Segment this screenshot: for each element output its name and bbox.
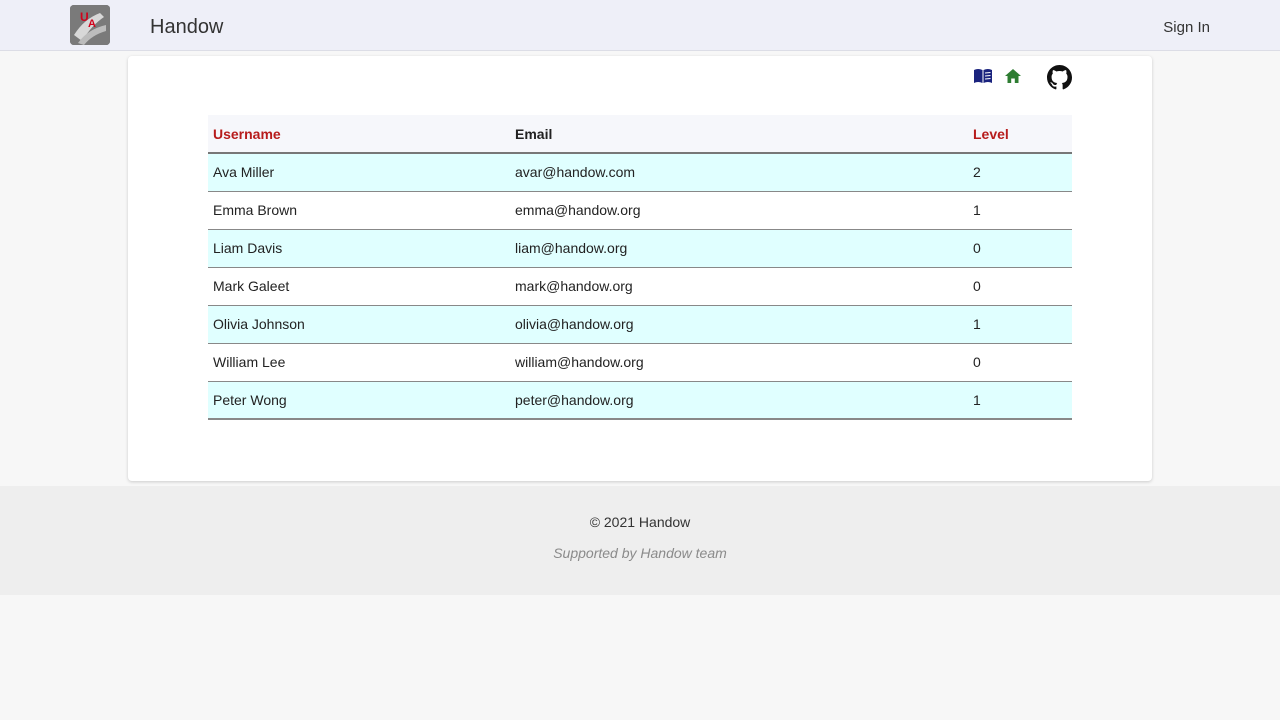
- level-cell: 1: [968, 381, 1072, 420]
- top-navbar: U A Handow Sign In: [0, 0, 1280, 51]
- email-cell: olivia@handow.org: [510, 305, 968, 344]
- supported-by-text: Supported by Handow team: [553, 545, 727, 561]
- users-table: Username Email Level Ava Miller avar@han…: [208, 115, 1072, 420]
- brand-title[interactable]: Handow: [150, 16, 223, 39]
- svg-text:A: A: [88, 18, 96, 30]
- email-cell: mark@handow.org: [510, 267, 968, 306]
- username-cell: Olivia Johnson: [208, 305, 510, 344]
- table-row[interactable]: Olivia Johnson olivia@handow.org 1: [208, 305, 1072, 344]
- username-cell: Mark Galeet: [208, 267, 510, 306]
- level-cell: 0: [968, 343, 1072, 382]
- username-cell: Peter Wong: [208, 381, 510, 420]
- table-header-row: Username Email Level: [208, 115, 1072, 154]
- username-column-header[interactable]: Username: [208, 115, 510, 154]
- table-row[interactable]: Liam Davis liam@handow.org 0: [208, 229, 1072, 268]
- sign-in-link[interactable]: Sign In: [1163, 19, 1210, 36]
- username-cell: Ava Miller: [208, 153, 510, 192]
- users-card: Username Email Level Ava Miller avar@han…: [128, 56, 1152, 481]
- email-cell: william@handow.org: [510, 343, 968, 382]
- email-cell: liam@handow.org: [510, 229, 968, 268]
- level-cell: 2: [968, 153, 1072, 192]
- copyright-text: © 2021 Handow: [589, 514, 691, 530]
- table-row[interactable]: Ava Miller avar@handow.com 2: [208, 153, 1072, 192]
- level-cell: 0: [968, 229, 1072, 268]
- table-row[interactable]: William Lee william@handow.org 0: [208, 343, 1072, 382]
- username-cell: Emma Brown: [208, 191, 510, 230]
- table-row[interactable]: Emma Brown emma@handow.org 1: [208, 191, 1072, 230]
- email-column-header[interactable]: Email: [510, 115, 968, 154]
- email-cell: avar@handow.com: [510, 153, 968, 192]
- level-column-header[interactable]: Level: [968, 115, 1072, 154]
- github-icon[interactable]: [1047, 65, 1072, 95]
- level-cell: 0: [968, 267, 1072, 306]
- username-cell: William Lee: [208, 343, 510, 382]
- email-cell: peter@handow.org: [510, 381, 968, 420]
- home-icon[interactable]: [1004, 67, 1022, 90]
- username-cell: Liam Davis: [208, 229, 510, 268]
- level-cell: 1: [968, 191, 1072, 230]
- page-footer: © 2021 Handow Supported by Handow team: [0, 486, 1280, 595]
- table-row[interactable]: Mark Galeet mark@handow.org 0: [208, 267, 1072, 306]
- email-cell: emma@handow.org: [510, 191, 968, 230]
- table-row[interactable]: Peter Wong peter@handow.org 1: [208, 381, 1072, 420]
- level-cell: 1: [968, 305, 1072, 344]
- handow-logo-icon[interactable]: U A: [70, 5, 110, 45]
- book-icon[interactable]: [973, 68, 993, 89]
